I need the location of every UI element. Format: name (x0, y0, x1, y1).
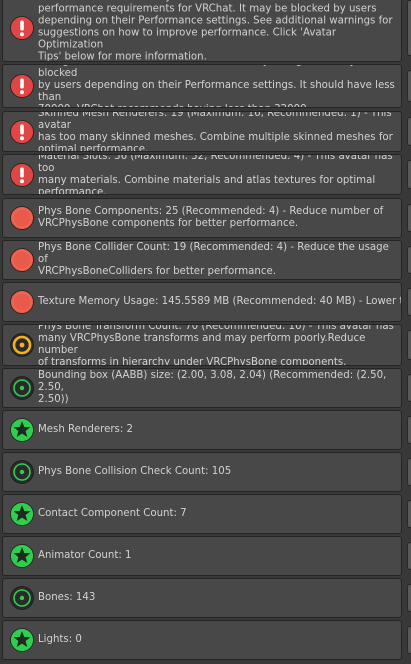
perf-message-text: Bounding box (AABB) size: (2.00, 3.08, 2… (38, 369, 387, 406)
exclamation-icon (9, 73, 35, 99)
perf-message-row: Texture Memory Usage: 145.5589 MB (Recom… (2, 282, 402, 322)
select-button[interactable] (407, 500, 411, 528)
perf-message-row: Animator Count: 1 (2, 536, 402, 576)
red-circle-icon (9, 205, 35, 231)
perf-message-text: Mesh Renderers: 2 (38, 423, 134, 435)
perf-message-text: Texture Memory Usage: 145.5589 MB (Recom… (38, 295, 401, 307)
perf-message-text: Contact Component Count: 7 (38, 507, 187, 519)
performance-messages-list: Overall Performance: VeryPoor - This ava… (0, 0, 411, 664)
select-button[interactable] (407, 246, 411, 274)
select-button[interactable] (407, 0, 411, 56)
select-button[interactable] (407, 374, 411, 402)
exclamation-icon (9, 15, 35, 41)
select-button[interactable] (407, 330, 411, 360)
perf-message-text: Lights: 0 (38, 633, 82, 645)
perf-message-row: Lights: 0 (2, 620, 402, 660)
perf-message-row: Bounding box (AABB) size: (2.00, 3.08, 2… (2, 368, 402, 408)
perf-message-row: Mesh Renderers: 2 (2, 410, 402, 450)
perf-message-text: Overall Performance: VeryPoor - This ava… (38, 0, 393, 62)
select-button[interactable] (407, 288, 411, 316)
red-circle-icon (9, 289, 35, 315)
perf-message-text: Material Slots: 36 (Maximum: 32, Recomme… (38, 154, 393, 195)
select-button[interactable] (407, 584, 411, 612)
select-button[interactable] (407, 160, 411, 189)
perf-message-row: Phys Bone Transform Count: 70 (Recommend… (2, 324, 402, 366)
green-ring-icon (9, 459, 35, 485)
perf-message-row: Contact Component Count: 7 (2, 494, 402, 534)
perf-message-text: Skinned Mesh Renderers: 19 (Maximum: 16,… (38, 111, 393, 152)
perf-message-text: Phys Bone Collider Count: 19 (Recommende… (38, 241, 389, 278)
select-button[interactable] (407, 416, 411, 444)
perf-message-row: Phys Bone Collision Check Count: 105 (2, 452, 402, 492)
select-button[interactable] (407, 204, 411, 232)
perf-message-text: Phys Bone Transform Count: 70 (Recommend… (38, 324, 394, 366)
perf-message-row: Bones: 143 (2, 578, 402, 618)
perf-message-row: Phys Bone Components: 25 (Recommended: 4… (2, 198, 402, 238)
perf-message-text: Phys Bone Collision Check Count: 105 (38, 465, 232, 477)
select-button[interactable] (407, 458, 411, 486)
select-button[interactable] (407, 542, 411, 570)
perf-message-row: Phys Bone Collider Count: 19 (Recommende… (2, 240, 402, 280)
perf-message-row: Overall Performance: VeryPoor - This ava… (2, 0, 402, 62)
red-circle-icon (9, 247, 35, 273)
perf-message-row: Material Slots: 36 (Maximum: 32, Recomme… (2, 154, 402, 195)
green-star-icon (9, 627, 35, 653)
select-button[interactable] (407, 626, 411, 654)
select-button[interactable] (407, 117, 411, 146)
exclamation-icon (9, 119, 35, 145)
perf-message-row: Skinned Mesh Renderers: 19 (Maximum: 16,… (2, 111, 402, 152)
perf-message-text: Phys Bone Components: 25 (Recommended: 4… (38, 205, 384, 229)
perf-message-text: Animator Count: 1 (38, 549, 132, 561)
yellow-ring-icon (9, 332, 35, 358)
perf-message-text: Triangles: 228616 - This avatar has too … (38, 65, 395, 107)
perf-message-text: Bones: 143 (38, 591, 96, 603)
green-ring-icon (9, 585, 35, 611)
exclamation-icon (9, 162, 35, 188)
green-star-icon (9, 543, 35, 569)
green-star-icon (9, 501, 35, 527)
select-button[interactable] (407, 70, 411, 102)
perf-message-row: Triangles: 228616 - This avatar has too … (2, 64, 402, 108)
green-ring-icon (9, 375, 35, 401)
green-star-icon (9, 417, 35, 443)
